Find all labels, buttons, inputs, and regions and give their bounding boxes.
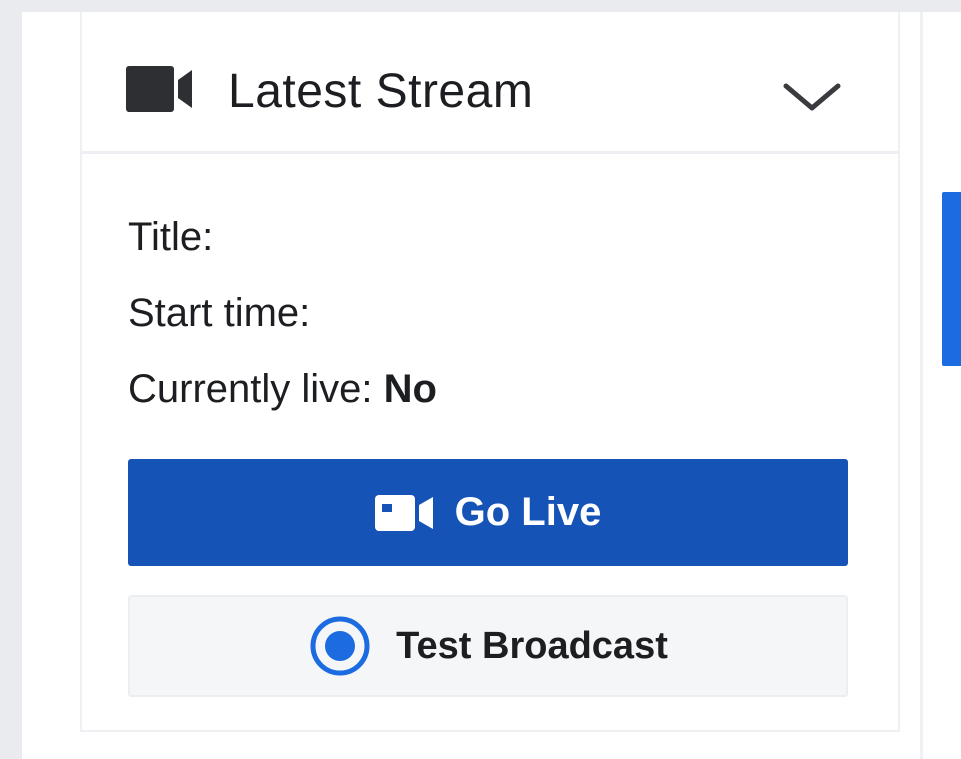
chevron-down-icon[interactable] [782,82,842,112]
currently-live-row: Currently live: No [128,365,437,413]
title-row: Title: [128,213,213,261]
test-broadcast-button-content: Test Broadcast [130,597,846,695]
page-container: Latest Stream Title: Start time: Current… [22,12,961,759]
video-camera-icon [374,494,433,531]
currently-live-label: Currently live: [128,367,373,411]
go-live-button[interactable]: Go Live [128,459,848,566]
latest-stream-title: Latest Stream [228,65,534,118]
radio-target-icon [310,616,370,676]
test-broadcast-button[interactable]: Test Broadcast [128,595,848,697]
currently-live-value: No [383,367,437,411]
start-time-label: Start time: [128,291,311,335]
go-live-label: Go Live [454,490,602,534]
latest-stream-card: Latest Stream Title: Start time: Current… [80,12,900,732]
test-broadcast-label: Test Broadcast [396,624,668,667]
title-label: Title: [128,215,214,259]
start-time-row: Start time: [128,289,310,337]
adjacent-panel [920,12,961,759]
go-live-button-content: Go Live [128,459,848,566]
adjacent-panel-button[interactable] [942,192,961,366]
video-camera-icon [126,66,192,112]
latest-stream-header[interactable]: Latest Stream [82,12,898,154]
